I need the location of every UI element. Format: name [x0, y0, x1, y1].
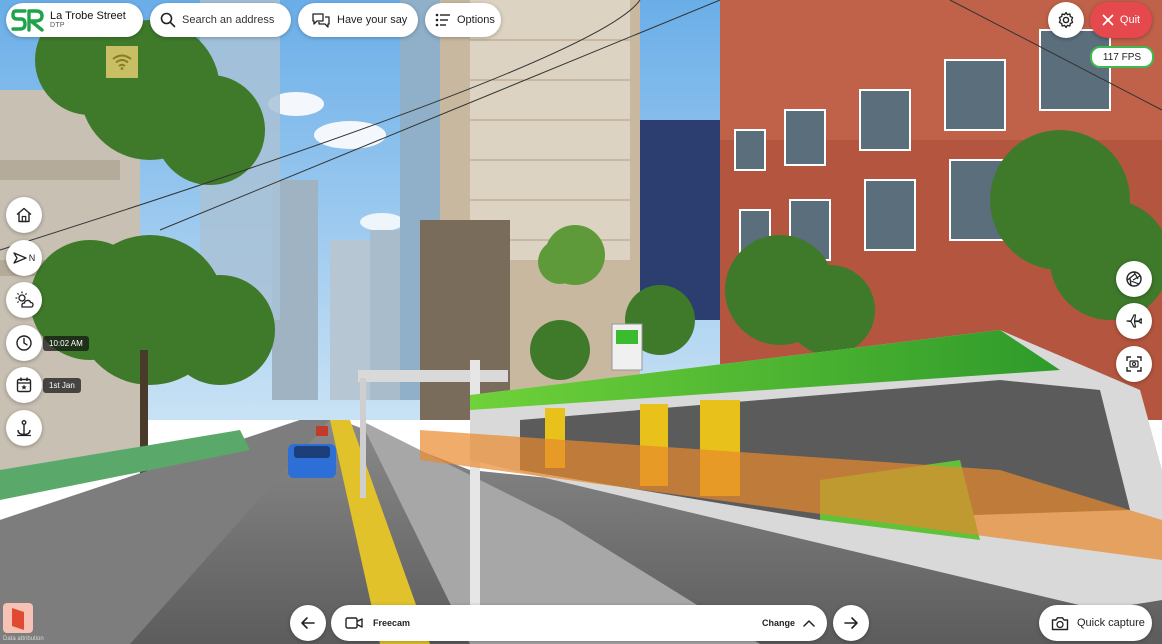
home-icon — [16, 207, 32, 223]
fps-label: 117 FPS — [1102, 51, 1142, 63]
have-your-say-button[interactable]: Have your say — [298, 3, 418, 37]
camera-mode-bar[interactable]: Freecam Change — [331, 605, 827, 641]
change-mode-button[interactable]: Change — [762, 618, 815, 628]
previous-button[interactable] — [290, 605, 326, 641]
wifi-icon — [112, 54, 132, 70]
arrow-left-icon — [301, 617, 315, 629]
anchor-button[interactable] — [6, 410, 42, 446]
time-tooltip: 10:02 AM — [43, 336, 89, 351]
arrow-right-icon — [844, 617, 858, 629]
sun-cloud-icon — [15, 291, 34, 308]
attribution-thumbnail[interactable] — [3, 603, 33, 633]
sr-logo — [6, 3, 50, 37]
quick-capture-button[interactable]: Quick capture — [1039, 605, 1152, 641]
chat-bubbles-icon — [312, 13, 330, 28]
compass-label: N — [28, 253, 36, 263]
plane-icon — [1126, 314, 1143, 328]
options-button[interactable]: Options — [425, 3, 501, 37]
wifi-marker[interactable] — [106, 46, 138, 78]
date-button[interactable] — [6, 367, 42, 403]
anchor-icon — [17, 420, 31, 437]
close-icon — [1102, 14, 1114, 26]
fps-counter: 117 FPS — [1090, 46, 1154, 68]
city-street-scene[interactable] — [0, 0, 1162, 644]
quick-capture-label: Quick capture — [1077, 617, 1145, 629]
clock-icon — [16, 335, 32, 351]
screenshot-button[interactable] — [1116, 346, 1152, 382]
location-subtitle: DTP — [50, 22, 65, 30]
aperture-icon — [1126, 271, 1142, 287]
location-badge[interactable]: La Trobe Street DTP — [6, 3, 143, 37]
gear-icon — [1058, 11, 1074, 29]
settings-button[interactable] — [1048, 2, 1084, 38]
chevron-up-icon — [803, 620, 815, 627]
location-title: La Trobe Street — [50, 10, 126, 23]
home-button[interactable] — [6, 197, 42, 233]
quit-label: Quit — [1119, 14, 1141, 26]
options-label: Options — [457, 14, 495, 26]
time-button[interactable] — [6, 325, 42, 361]
next-button[interactable] — [833, 605, 869, 641]
change-label: Change — [761, 618, 795, 628]
have-your-say-label: Have your say — [337, 14, 408, 26]
quit-button[interactable]: Quit — [1090, 2, 1152, 38]
video-camera-icon — [345, 617, 363, 629]
search-input[interactable]: Search an address — [182, 14, 274, 26]
data-attribution-link[interactable]: Data attribution — [3, 636, 44, 642]
compass-arrow-icon — [13, 252, 27, 264]
flight-button[interactable] — [1116, 303, 1152, 339]
weather-button[interactable] — [6, 282, 42, 318]
calendar-icon — [16, 377, 32, 393]
camera-icon — [1051, 616, 1069, 630]
focus-frame-icon — [1126, 356, 1142, 372]
camera-mode-label: Freecam — [373, 618, 411, 628]
compass-button[interactable]: N — [6, 240, 42, 276]
search-icon — [160, 12, 176, 28]
date-tooltip: 1st Jan — [43, 378, 81, 393]
aperture-button[interactable] — [1116, 261, 1152, 297]
list-filter-icon — [435, 13, 450, 27]
search-bar[interactable]: Search an address — [150, 3, 291, 37]
